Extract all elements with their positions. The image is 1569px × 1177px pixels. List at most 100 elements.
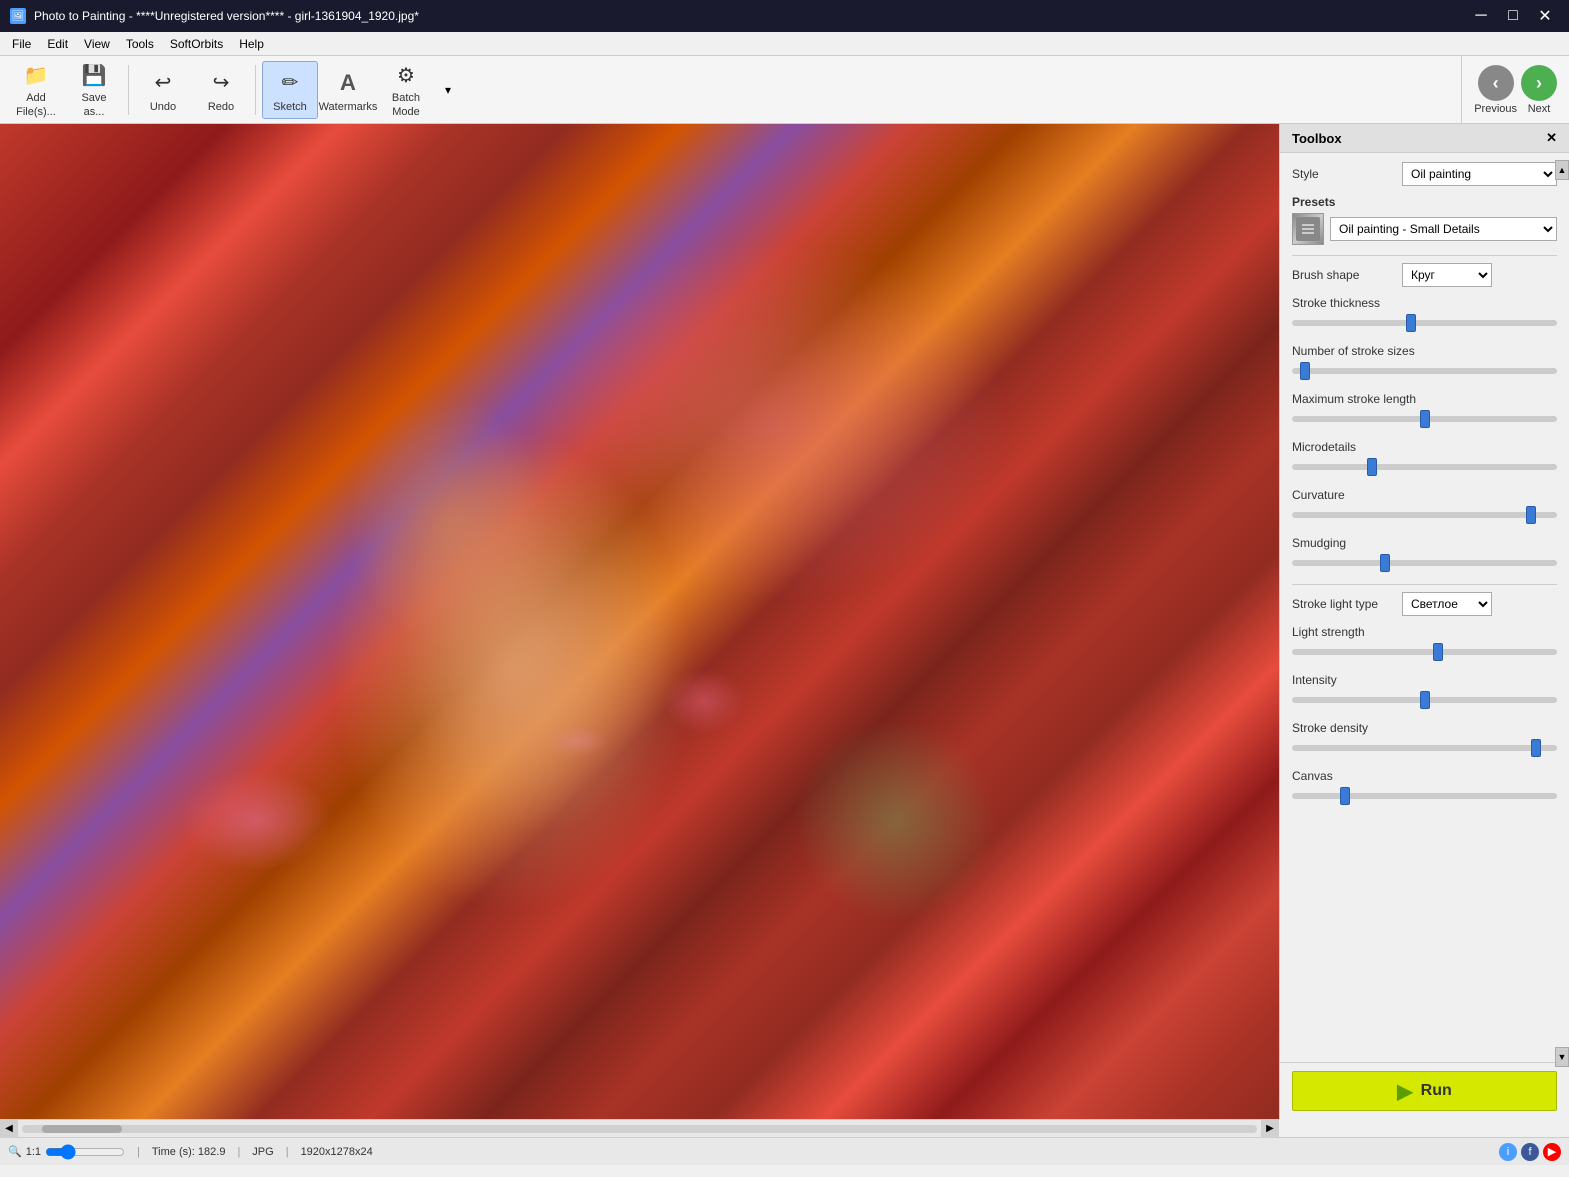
stroke-density-slider[interactable]	[1292, 739, 1557, 757]
stroke-thickness-thumb[interactable]	[1406, 314, 1416, 332]
intensity-thumb[interactable]	[1420, 691, 1430, 709]
menu-edit[interactable]: Edit	[39, 35, 76, 53]
light-strength-slider[interactable]	[1292, 643, 1557, 661]
time-value: 182.9	[198, 1146, 226, 1158]
watermarks-label: Watermarks	[319, 101, 378, 113]
toolbox-scroll-up[interactable]: ▲	[1555, 160, 1569, 180]
stroke-light-type-select[interactable]: Светлое	[1402, 592, 1492, 616]
style-row: Style Oil painting	[1292, 161, 1557, 187]
brush-shape-row: Brush shape Круг	[1292, 262, 1557, 288]
status-sep2: |	[237, 1146, 240, 1158]
stroke-sizes-thumb[interactable]	[1300, 362, 1310, 380]
smudging-slider[interactable]	[1292, 554, 1557, 572]
stroke-thickness-label: Stroke thickness	[1292, 296, 1557, 310]
curvature-slider[interactable]	[1292, 506, 1557, 524]
undo-icon: ↩	[147, 67, 179, 99]
facebook-icon[interactable]: f	[1521, 1143, 1539, 1161]
max-stroke-length-slider[interactable]	[1292, 410, 1557, 428]
menu-tools[interactable]: Tools	[118, 35, 162, 53]
sketch-label: Sketch	[273, 101, 307, 113]
brush-shape-label: Brush shape	[1292, 268, 1402, 282]
hscroll-left-button[interactable]: ◀	[0, 1120, 18, 1138]
microdetails-slider[interactable]	[1292, 458, 1557, 476]
microdetails-thumb[interactable]	[1367, 458, 1377, 476]
stroke-density-thumb[interactable]	[1531, 739, 1541, 757]
watermarks-button[interactable]: A Watermarks	[320, 61, 376, 119]
close-button[interactable]: ✕	[1531, 2, 1559, 30]
canvas-track[interactable]	[1292, 793, 1557, 799]
curvature-thumb[interactable]	[1526, 506, 1536, 524]
maximize-button[interactable]: □	[1499, 2, 1527, 30]
hscroll-thumb[interactable]	[42, 1125, 122, 1133]
presets-select[interactable]: Oil painting - Small Details	[1330, 217, 1557, 241]
stroke-light-type-row: Stroke light type Светлое	[1292, 591, 1557, 617]
brush-shape-control[interactable]: Круг	[1402, 263, 1557, 287]
hscroll-track[interactable]	[22, 1125, 1257, 1133]
add-files-button[interactable]: 📁 Add File(s)...	[8, 61, 64, 119]
canvas-slider[interactable]	[1292, 787, 1557, 805]
toolbox-scroll-down[interactable]: ▼	[1555, 1047, 1569, 1067]
microdetails-label: Microdetails	[1292, 440, 1557, 454]
save-as-icon: 💾	[78, 62, 110, 90]
run-label: Run	[1421, 1082, 1452, 1100]
more-icon: ▾	[445, 83, 451, 97]
brush-shape-select[interactable]: Круг	[1402, 263, 1492, 287]
presets-section: Presets Oil painting - Small Details	[1292, 195, 1557, 245]
curvature-track[interactable]	[1292, 512, 1557, 518]
status-sep1: |	[137, 1146, 140, 1158]
max-stroke-length-thumb[interactable]	[1420, 410, 1430, 428]
sketch-button[interactable]: ✏ Sketch	[262, 61, 318, 119]
style-select[interactable]: Oil painting	[1402, 162, 1557, 186]
menu-softorbits[interactable]: SoftOrbits	[162, 35, 231, 53]
undo-button[interactable]: ↩ Undo	[135, 61, 191, 119]
status-right: i f ▶	[1499, 1143, 1561, 1161]
stroke-sizes-slider[interactable]	[1292, 362, 1557, 380]
smudging-thumb[interactable]	[1380, 554, 1390, 572]
light-strength-thumb[interactable]	[1433, 643, 1443, 661]
canvas-area[interactable]	[0, 124, 1279, 1119]
info-icon[interactable]: i	[1499, 1143, 1517, 1161]
add-files-label: Add	[26, 92, 46, 104]
hscroll-right-button[interactable]: ▶	[1261, 1120, 1279, 1138]
toolbar-sep2	[255, 65, 256, 115]
intensity-track[interactable]	[1292, 697, 1557, 703]
microdetails-track[interactable]	[1292, 464, 1557, 470]
intensity-slider[interactable]	[1292, 691, 1557, 709]
next-button[interactable]: ›	[1521, 65, 1557, 101]
next-btn-wrap: › Next	[1521, 65, 1557, 115]
toolbox-close-icon[interactable]: ✕	[1546, 130, 1557, 146]
app-icon: 🖼	[10, 8, 26, 24]
max-stroke-length-track[interactable]	[1292, 416, 1557, 422]
batch-mode-button[interactable]: ⚙ Batch Mode	[378, 61, 434, 119]
save-as-label: Save	[81, 92, 106, 104]
smudging-track[interactable]	[1292, 560, 1557, 566]
redo-button[interactable]: ↪ Redo	[193, 61, 249, 119]
save-as-button[interactable]: 💾 Save as...	[66, 61, 122, 119]
canvas-image	[0, 124, 1279, 1119]
toolbar-sep1	[128, 65, 129, 115]
menu-file[interactable]: File	[4, 35, 39, 53]
titlebar-controls[interactable]: ─ □ ✕	[1467, 2, 1559, 30]
minimize-button[interactable]: ─	[1467, 2, 1495, 30]
stroke-light-type-control[interactable]: Светлое	[1402, 592, 1557, 616]
run-button[interactable]: ▶ Run	[1292, 1071, 1557, 1111]
stroke-density-track[interactable]	[1292, 745, 1557, 751]
previous-button[interactable]: ‹	[1478, 65, 1514, 101]
intensity-row: Intensity	[1292, 673, 1557, 709]
stroke-thickness-slider[interactable]	[1292, 314, 1557, 332]
menu-view[interactable]: View	[76, 35, 118, 53]
style-control[interactable]: Oil painting	[1402, 162, 1557, 186]
light-strength-track[interactable]	[1292, 649, 1557, 655]
prev-btn-wrap: ‹ Previous	[1474, 65, 1517, 115]
canvas-row: Canvas	[1292, 769, 1557, 805]
youtube-icon[interactable]: ▶	[1543, 1143, 1561, 1161]
batch-mode-label2: Mode	[392, 106, 420, 118]
stroke-sizes-track[interactable]	[1292, 368, 1557, 374]
more-button[interactable]: ▾	[436, 61, 460, 119]
batch-mode-icon: ⚙	[390, 62, 422, 90]
stroke-thickness-track[interactable]	[1292, 320, 1557, 326]
zoom-slider[interactable]	[45, 1144, 125, 1160]
canvas-thumb[interactable]	[1340, 787, 1350, 805]
menu-help[interactable]: Help	[231, 35, 272, 53]
time-area: Time (s): 182.9	[152, 1146, 226, 1158]
